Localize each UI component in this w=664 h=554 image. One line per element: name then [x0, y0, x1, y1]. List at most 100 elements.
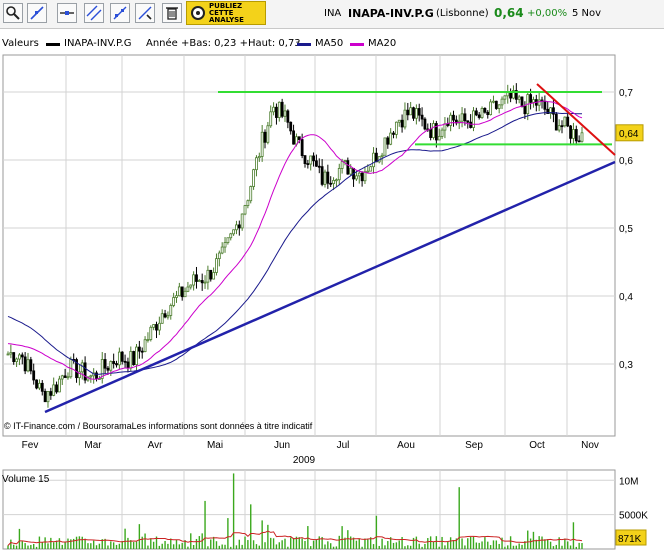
candle-body	[60, 375, 64, 380]
candle-body	[43, 390, 47, 403]
candle-body	[423, 118, 427, 130]
candle-body	[400, 119, 404, 128]
last-volume-label: 871K	[618, 534, 642, 545]
candle-body	[529, 94, 532, 103]
candle-body	[580, 132, 584, 142]
candle-body	[235, 224, 238, 231]
candle-body	[49, 391, 53, 396]
candle-body	[412, 107, 415, 119]
candle-body	[306, 163, 310, 165]
candle-body	[177, 286, 181, 297]
candle-body	[554, 113, 558, 131]
candle-body	[135, 346, 138, 366]
candle-body	[317, 165, 321, 168]
candle-body	[494, 100, 498, 109]
candle-body	[243, 205, 247, 215]
candle-body	[12, 352, 16, 363]
y-tick-label: 0,4	[619, 292, 633, 303]
candle-body	[89, 375, 93, 378]
candle-body	[414, 108, 418, 119]
candle-body	[517, 96, 521, 100]
candle-body	[240, 213, 244, 229]
candle-body	[572, 129, 575, 139]
candle-body	[160, 313, 164, 324]
candle-body	[312, 155, 315, 162]
candle-body	[300, 139, 304, 156]
candle-body	[246, 200, 250, 206]
candle-body	[574, 129, 578, 142]
candle-body	[192, 274, 196, 286]
candle-body	[255, 157, 258, 171]
y-tick-label: 0,5	[619, 224, 633, 235]
candle-body	[9, 352, 13, 355]
candle-body	[209, 269, 213, 280]
candle-body	[340, 161, 344, 169]
candle-body	[263, 131, 267, 143]
price-volume-chart: 0,7 0,6 0,5 0,4 0,3 Fev Mar Avr Mai Jun Jul Aou Sep O…	[2, 54, 648, 550]
candle-body	[432, 123, 435, 138]
candle-body	[309, 155, 313, 165]
last-price-label: 0,64	[619, 129, 639, 140]
candle-body	[269, 111, 273, 127]
candle-body	[277, 101, 281, 118]
candle-body	[523, 106, 527, 115]
candle-body	[183, 290, 187, 298]
candle-body	[420, 114, 424, 120]
candle-body	[63, 375, 67, 378]
candle-body	[500, 98, 504, 106]
candle-body	[492, 100, 495, 103]
y-tick-label: 0,3	[619, 360, 633, 371]
candle-body	[226, 237, 230, 244]
y-tick-label: 0,6	[619, 156, 633, 167]
candle-body	[477, 114, 481, 118]
candle-body	[257, 156, 261, 159]
candle-body	[346, 160, 350, 175]
candle-body	[115, 363, 118, 366]
candle-body	[560, 125, 564, 128]
candle-body	[58, 378, 61, 393]
candle-body	[155, 324, 158, 331]
candle-body	[203, 281, 207, 284]
candle-body	[137, 346, 141, 352]
candle-body	[6, 353, 10, 356]
candle-body	[120, 351, 124, 362]
candle-body	[103, 359, 107, 369]
candle-body	[489, 101, 493, 116]
candle-body	[437, 135, 441, 141]
candle-body	[452, 114, 455, 121]
candle-body	[363, 171, 367, 182]
candle-body	[360, 172, 364, 182]
candle-body	[220, 246, 224, 254]
candle-body	[323, 171, 327, 185]
candle-body	[166, 314, 170, 318]
candle-body	[272, 106, 275, 113]
candle-body	[472, 110, 475, 128]
candle-body	[32, 370, 36, 381]
candle-body	[397, 119, 401, 123]
candle-body	[217, 252, 221, 260]
candle-body	[149, 326, 153, 340]
candle-body	[197, 280, 201, 282]
candle-body	[157, 322, 161, 331]
candle-body	[357, 172, 361, 177]
candle-body	[55, 384, 58, 393]
candle-body	[195, 274, 198, 282]
candle-body	[186, 286, 190, 292]
candle-body	[326, 171, 330, 184]
candle-body	[520, 96, 524, 107]
candle-body	[440, 129, 444, 137]
candle-body	[20, 354, 24, 358]
candle-body	[132, 351, 136, 366]
candle-body	[466, 120, 470, 123]
candle-body	[40, 382, 44, 392]
candle-body	[26, 359, 30, 372]
candle-body	[292, 130, 295, 145]
candle-body	[354, 175, 358, 180]
candle-body	[569, 125, 572, 139]
candle-body	[18, 354, 21, 360]
month-label: Fev	[22, 440, 39, 451]
candle-body	[343, 160, 347, 163]
candle-body	[66, 376, 70, 379]
candle-body	[320, 166, 324, 185]
candle-body	[286, 110, 290, 123]
